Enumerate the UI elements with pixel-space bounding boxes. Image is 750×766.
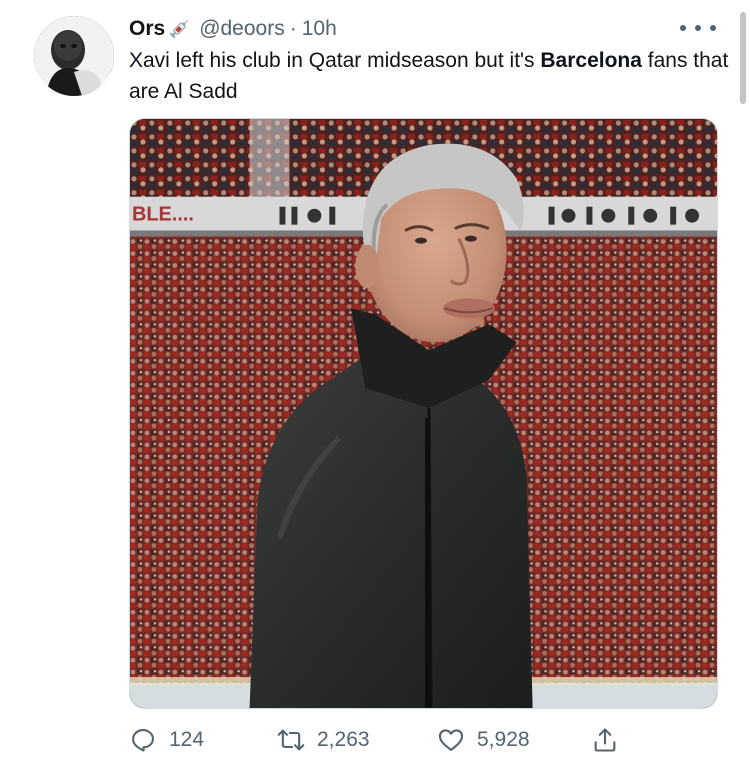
tweet-actions: 124 2,263 5,928 bbox=[129, 720, 629, 760]
retweet-count: 2,263 bbox=[317, 728, 370, 751]
retweet-button[interactable]: 2,263 bbox=[277, 720, 370, 760]
like-count: 5,928 bbox=[477, 728, 530, 751]
stadium-sign: BLE.... bbox=[132, 204, 194, 226]
heart-icon bbox=[438, 729, 464, 751]
like-button[interactable]: 5,928 bbox=[437, 720, 530, 760]
tweet[interactable]: Ors @deoors · 10h Xavi left his club in … bbox=[0, 0, 750, 766]
retweet-icon bbox=[277, 729, 305, 751]
more-icon[interactable] bbox=[680, 16, 716, 40]
reply-count: 124 bbox=[169, 728, 205, 751]
author-name[interactable]: Ors bbox=[129, 17, 165, 41]
separator: · bbox=[289, 17, 297, 40]
timestamp[interactable]: 10h bbox=[302, 17, 337, 41]
share-button[interactable] bbox=[591, 720, 619, 760]
tweet-text-bold: Barcelona bbox=[540, 49, 642, 72]
scrollbar[interactable] bbox=[740, 12, 746, 104]
syringe-icon bbox=[167, 17, 191, 41]
reply-icon bbox=[132, 729, 154, 752]
tweet-text-part1: Xavi left his club in Qatar midseason bu… bbox=[129, 49, 541, 72]
avatar[interactable] bbox=[34, 16, 114, 96]
author-handle[interactable]: @deoors bbox=[199, 17, 285, 41]
tweet-header: Ors @deoors · 10h bbox=[129, 14, 337, 44]
share-icon bbox=[594, 728, 616, 752]
tweet-photo[interactable]: BLE.... bbox=[129, 118, 718, 709]
reply-button[interactable]: 124 bbox=[129, 720, 204, 760]
tweet-text: Xavi left his club in Qatar midseason bu… bbox=[129, 45, 729, 107]
